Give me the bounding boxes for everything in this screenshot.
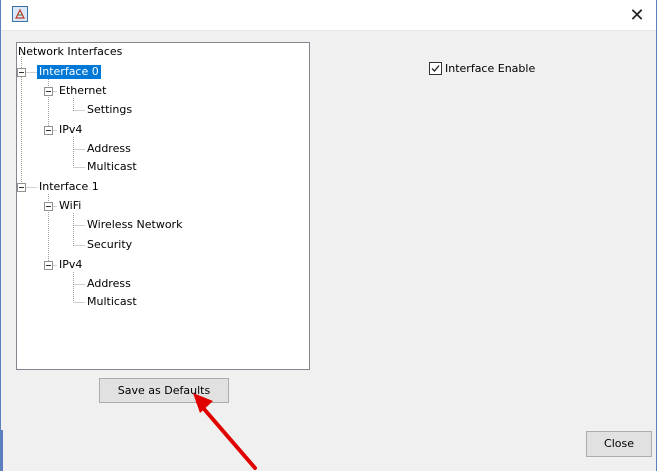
tree-node-address[interactable]: Address: [85, 277, 133, 291]
app-icon: [12, 6, 28, 22]
collapse-interface-1-icon[interactable]: [17, 183, 26, 192]
collapse-wifi-icon[interactable]: [44, 202, 53, 211]
collapse-ethernet-icon[interactable]: [44, 87, 53, 96]
collapse-ipv4-1-icon[interactable]: [44, 261, 53, 270]
tree-node-ethernet[interactable]: Ethernet: [57, 84, 108, 98]
tree-node-wireless-network[interactable]: Wireless Network: [85, 218, 184, 232]
interface-enable-label[interactable]: Interface Enable: [445, 62, 535, 75]
close-button[interactable]: Close: [586, 431, 652, 457]
collapse-interface-0-icon[interactable]: [17, 68, 26, 77]
tree-node-ipv4[interactable]: IPv4: [57, 123, 84, 137]
tree-node-multicast[interactable]: Multicast: [85, 160, 139, 174]
tree-node-interface-1[interactable]: Interface 1: [37, 180, 101, 194]
checkbox-checked-icon[interactable]: [429, 61, 442, 75]
interface-enable-checkbox[interactable]: Interface Enable: [429, 61, 535, 75]
tree-node-interface-0[interactable]: Interface 0: [37, 65, 101, 79]
tree-node-multicast[interactable]: Multicast: [85, 295, 139, 309]
tree-node-address[interactable]: Address: [85, 142, 133, 156]
tree-node-security[interactable]: Security: [85, 238, 134, 252]
tree-node-settings[interactable]: Settings: [85, 103, 134, 117]
tree-node-wifi[interactable]: WiFi: [57, 199, 83, 213]
title-bar: ✕: [1, 0, 656, 31]
annotation-arrow-icon: [193, 393, 257, 470]
network-tree[interactable]: Network Interfaces Interface 0 Ethernet …: [16, 42, 310, 370]
close-window-icon[interactable]: ✕: [624, 2, 650, 28]
window-edge-accent: [1, 430, 3, 471]
tree-node-ipv4[interactable]: IPv4: [57, 258, 84, 272]
dialog-window: ✕ Network Interfaces Interface 0 Etherne…: [0, 0, 657, 471]
collapse-ipv4-0-icon[interactable]: [44, 126, 53, 135]
